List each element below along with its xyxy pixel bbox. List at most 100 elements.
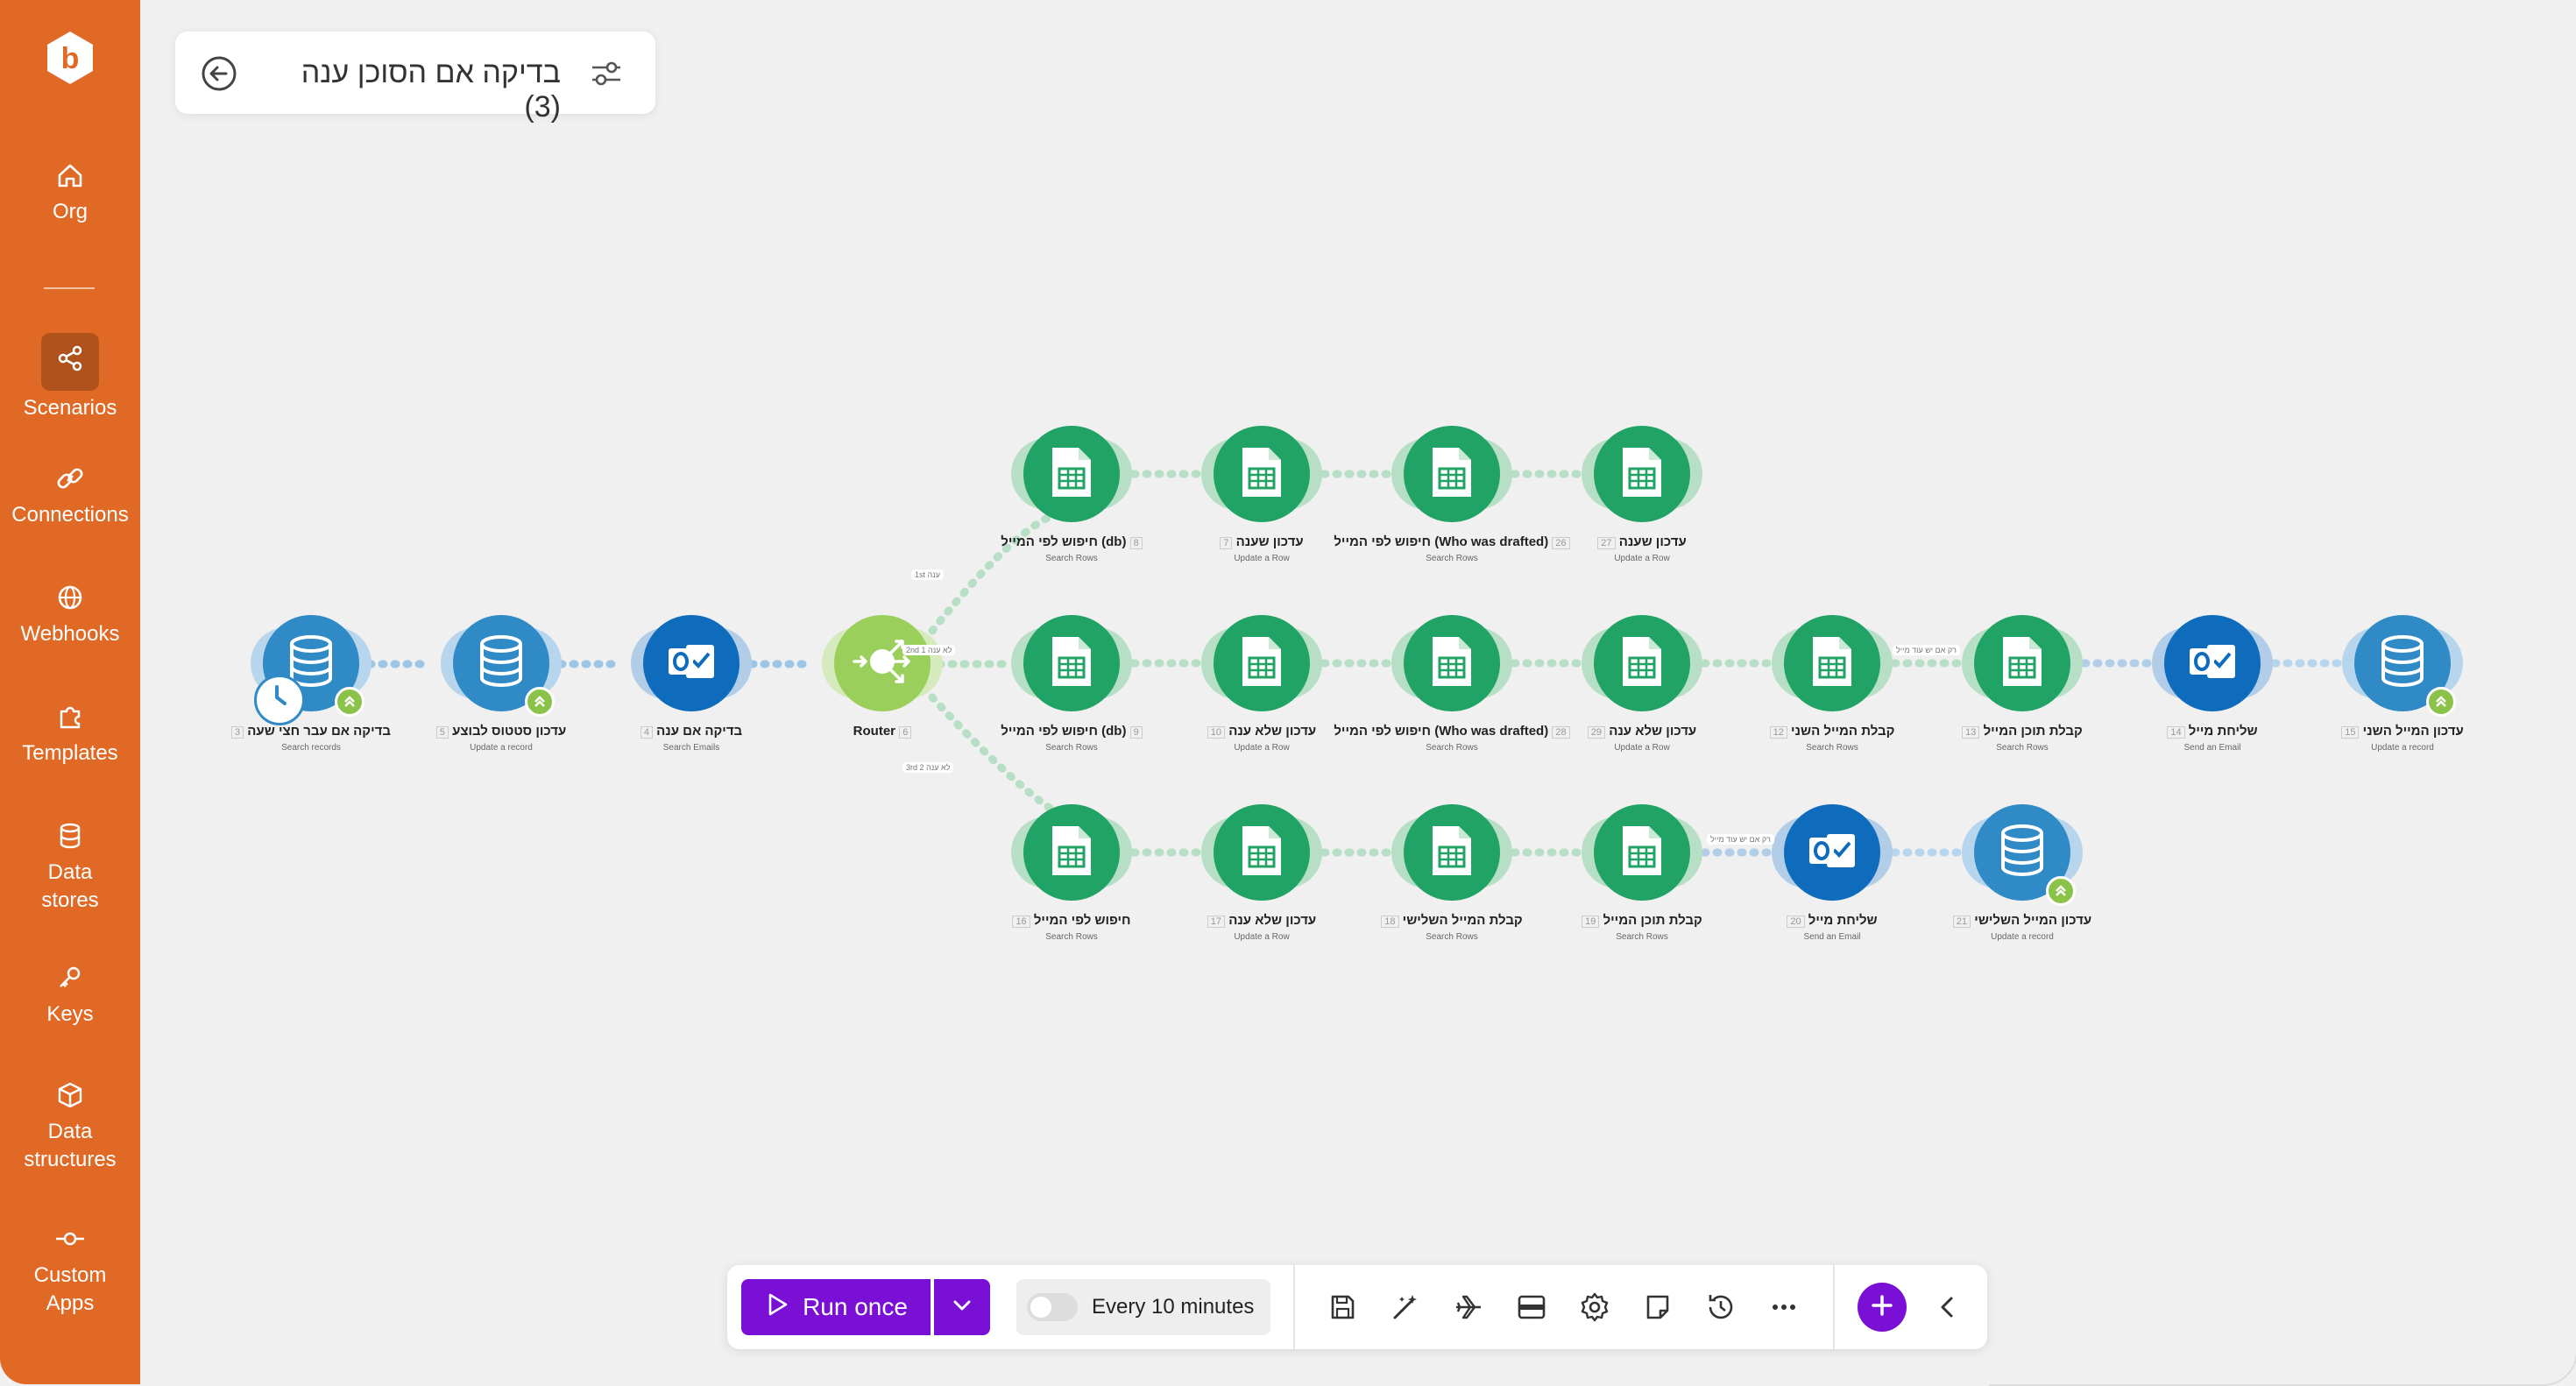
google-sheets-icon — [1239, 635, 1284, 692]
scenario-module-b1[interactable]: חיפוש לפי המייל 16 Search Rows — [1011, 804, 1132, 942]
schedule-control[interactable]: Every 10 minutes — [1016, 1279, 1270, 1335]
add-module-button[interactable] — [1858, 1283, 1907, 1332]
google-sheets-icon — [1429, 446, 1475, 503]
data-store-icon — [2378, 634, 2427, 693]
data-store-icon — [477, 634, 526, 693]
scenario-module-b4[interactable]: קבלת תוכן המייל 19 Search Rows — [1582, 804, 1702, 942]
scenario-module-m7[interactable]: שליחת מייל 14 Send an Email — [2152, 615, 2273, 753]
sidebar-item-data-structures[interactable]: Data structures — [0, 1078, 140, 1174]
sidebar-item-scenarios[interactable]: Scenarios — [0, 333, 140, 422]
scenario-module-t2[interactable]: עדכון שענה 7 Update a Row — [1201, 426, 1322, 563]
google-sheets-icon — [1809, 635, 1855, 692]
module-circle[interactable] — [643, 615, 740, 711]
scenario-module-m4[interactable]: עדכון שלא ענה 29 Update a Row — [1582, 615, 1702, 753]
toolbar-divider — [1293, 1265, 1295, 1349]
sidebar-item-label: Connections — [11, 503, 129, 527]
sidebar-item-org[interactable]: Org — [0, 158, 140, 226]
scenario-module-m1[interactable]: חיפוש לפי המייל (db) 9 Search Rows — [1001, 615, 1143, 753]
scenario-module-b5[interactable]: שליחת מייל 20 Send an Email — [1772, 804, 1893, 942]
schedule-clock-icon[interactable] — [254, 675, 305, 725]
module-circle[interactable] — [1214, 804, 1310, 901]
make-logo-icon[interactable]: b — [45, 30, 96, 86]
module-circle[interactable] — [834, 615, 931, 711]
module-circle[interactable] — [1594, 615, 1690, 711]
route-filter-label[interactable]: 3rd לא ענה 2 — [902, 762, 954, 773]
sidebar-item-label: Webhooks — [20, 622, 120, 646]
scenario-module-n2[interactable]: עדכון סטטוס לבוצע 5 Update a record — [435, 615, 566, 753]
airplane-icon[interactable] — [1451, 1290, 1486, 1325]
sidebar-item-templates[interactable]: Templates — [0, 699, 140, 767]
sidebar-item-data-stores[interactable]: Data stores — [0, 818, 140, 915]
sidebar: b Org Scenarios Connections Webhooks Tem… — [0, 0, 140, 1384]
sidebar-divider — [44, 287, 95, 289]
scenario-module-n3[interactable]: בדיקה אם ענה 4 Search Emails — [631, 615, 752, 753]
run-options-dropdown[interactable] — [934, 1279, 990, 1335]
scenario-module-b3[interactable]: קבלת המייל השלישי 18 Search Rows — [1381, 804, 1523, 942]
module-circle[interactable] — [1023, 426, 1120, 522]
sidebar-item-webhooks[interactable]: Webhooks — [0, 580, 140, 648]
commit-icon — [53, 1221, 88, 1256]
module-circle[interactable] — [1214, 426, 1310, 522]
chevron-left-icon[interactable] — [1929, 1290, 1964, 1325]
module-circle[interactable] — [1023, 615, 1120, 711]
google-sheets-icon — [1429, 824, 1475, 881]
module-circle[interactable] — [1784, 615, 1880, 711]
sidebar-item-connections[interactable]: Connections — [0, 461, 140, 529]
scenario-canvas[interactable]: בדיקה אם עבר חצי שעה 3 Search records עדכו… — [140, 0, 2576, 1253]
route-filter-label[interactable]: רק אם יש עוד מייל — [1893, 645, 1960, 655]
sidebar-item-label: Custom Apps — [33, 1263, 107, 1315]
module-circle[interactable] — [2164, 615, 2261, 711]
run-once-label: Run once — [803, 1293, 908, 1320]
scenario-module-m8[interactable]: עדכון המייל השני 15 Update a record — [2341, 615, 2464, 753]
scenario-module-m2[interactable]: עדכון שלא ענה 10 Update a Row — [1201, 615, 1322, 753]
database-icon — [53, 818, 88, 853]
scenario-module-m3[interactable]: חיפוש לפי המייל (Who was drafted) 28 Sear… — [1334, 615, 1570, 753]
note-icon[interactable] — [1640, 1290, 1675, 1325]
module-circle[interactable] — [1214, 615, 1310, 711]
scenario-module-b2[interactable]: עדכון שלא ענה 17 Update a Row — [1201, 804, 1322, 942]
route-filter-label[interactable]: רק אם יש עוד מייל — [1707, 834, 1774, 845]
scenario-module-t3[interactable]: חיפוש לפי המייל (Who was drafted) 26 Sear… — [1334, 426, 1570, 563]
scenario-module-n1[interactable]: בדיקה אם עבר חצי שעה 3 Search records — [231, 615, 391, 753]
auto-align-icon[interactable] — [1514, 1290, 1549, 1325]
sidebar-item-label: Data stores — [41, 860, 99, 912]
scenario-module-t4[interactable]: עדכון שענה 27 Update a Row — [1582, 426, 1702, 563]
sidebar-item-custom-apps[interactable]: Custom Apps — [0, 1221, 140, 1318]
module-circle[interactable] — [1404, 426, 1500, 522]
more-options-icon[interactable] — [1766, 1290, 1801, 1325]
gear-icon[interactable] — [1577, 1290, 1612, 1325]
history-icon[interactable] — [1703, 1290, 1738, 1325]
share-icon — [54, 343, 86, 382]
module-action-label: Update a record — [2371, 743, 2434, 753]
window-frame-corner — [1989, 1227, 2576, 1386]
scenario-module-router[interactable]: Router 6 — [822, 615, 943, 739]
module-circle[interactable] — [1404, 804, 1500, 901]
module-circle[interactable] — [1023, 804, 1120, 901]
save-icon[interactable] — [1325, 1290, 1360, 1325]
module-circle[interactable] — [1974, 615, 2070, 711]
sidebar-item-keys[interactable]: Keys — [0, 960, 140, 1029]
link-icon — [53, 461, 88, 496]
module-circle[interactable] — [1594, 804, 1690, 901]
schedule-toggle[interactable] — [1027, 1293, 1078, 1321]
route-filter-label[interactable]: 2nd לא ענה 1 — [902, 645, 956, 655]
scenario-module-m6[interactable]: קבלת תוכן המייל 13 Search Rows — [1962, 615, 2083, 753]
module-circle[interactable] — [1594, 426, 1690, 522]
google-sheets-icon — [1239, 446, 1284, 503]
instant-trigger-icon — [2426, 687, 2456, 717]
outlook-icon — [2186, 640, 2239, 688]
module-circle[interactable] — [1784, 804, 1880, 901]
module-action-label: Update a Row — [1614, 554, 1670, 563]
module-circle[interactable] — [1404, 615, 1500, 711]
scenario-module-t1[interactable]: חיפוש לפי המייל (db) 8 Search Rows — [1001, 426, 1143, 563]
magic-wand-icon[interactable] — [1388, 1290, 1423, 1325]
google-sheets-icon — [1239, 824, 1284, 881]
scenario-module-b6[interactable]: עדכון המייל השלישי 21 Update a record — [1952, 804, 2091, 942]
scenario-module-m5[interactable]: קבלת המייל השני 12 Search Rows — [1769, 615, 1894, 753]
run-once-button[interactable]: Run once — [741, 1279, 931, 1335]
svg-text:b: b — [61, 42, 80, 75]
key-icon — [53, 960, 88, 995]
instant-trigger-icon — [2046, 876, 2076, 906]
route-filter-label[interactable]: 1st ענה — [911, 569, 944, 580]
data-store-icon — [1998, 824, 2047, 882]
